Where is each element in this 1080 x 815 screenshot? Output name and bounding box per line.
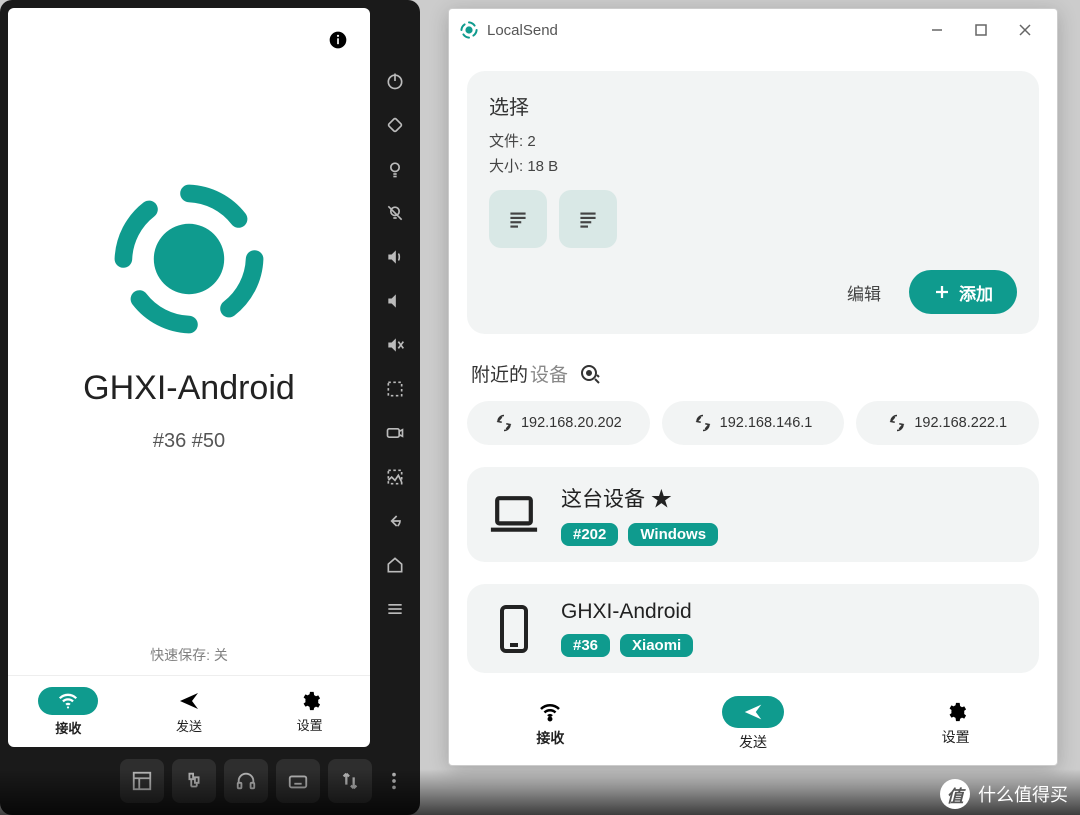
nav-receive[interactable]: 接收 <box>449 700 652 748</box>
files-count: 文件: 2 <box>489 130 1017 151</box>
emulator-bottom-toolbar <box>100 755 412 807</box>
power-icon[interactable] <box>384 70 406 92</box>
send-icon <box>177 689 201 713</box>
send-icon <box>722 696 784 728</box>
wifi-icon <box>538 700 562 724</box>
watermark-badge-icon: 值 <box>940 779 970 809</box>
nav-send[interactable]: 发送 <box>652 696 855 752</box>
radar-icon[interactable] <box>578 362 602 386</box>
window-close[interactable] <box>1003 15 1047 45</box>
watermark: 值 什么值得买 <box>940 779 1068 809</box>
nav-send-label: 发送 <box>739 732 767 752</box>
wifi-icon <box>38 687 98 715</box>
nearby-label-1: 附近的 <box>471 360 528 387</box>
phone-screen: GHXI-Android #36 #50 快速保存: 关 接收 发送 设置 <box>8 8 370 747</box>
device-android-badge-1: #36 <box>561 634 610 657</box>
file-thumb-2[interactable] <box>559 190 617 248</box>
keyboard-icon[interactable] <box>276 759 320 803</box>
device-hash: #36 #50 <box>153 430 225 453</box>
bulb-off-icon[interactable] <box>384 202 406 224</box>
nearby-heading: 附近的设备 <box>471 360 1039 387</box>
camera-icon[interactable] <box>384 422 406 444</box>
device-name: GHXI-Android <box>83 369 295 408</box>
device-android-name: GHXI-Android <box>561 600 693 624</box>
ip-text-2: 192.168.146.1 <box>720 415 813 431</box>
volume-mute-icon[interactable] <box>384 334 406 356</box>
ip-text-3: 192.168.222.1 <box>914 415 1007 431</box>
nav-receive-label: 接收 <box>55 718 81 737</box>
rotate-icon[interactable] <box>384 114 406 136</box>
titlebar[interactable]: LocalSend <box>449 9 1057 51</box>
nearby-label-2: 设备 <box>530 360 568 387</box>
home-icon[interactable] <box>384 554 406 576</box>
headphones-icon[interactable] <box>224 759 268 803</box>
ip-text-1: 192.168.20.202 <box>521 415 622 431</box>
window-title: LocalSend <box>487 22 558 39</box>
window-content: 选择 文件: 2 大小: 18 B 编辑 添加 附近的设备 192.168.20… <box>449 51 1057 683</box>
desktop-window: LocalSend 选择 文件: 2 大小: 18 B 编辑 添加 附近的设备 <box>448 8 1058 766</box>
device-this-badge-1: #202 <box>561 523 618 546</box>
back-icon[interactable] <box>384 510 406 532</box>
info-icon[interactable] <box>328 30 348 50</box>
volume-up-icon[interactable] <box>384 246 406 268</box>
nav-receive-label: 接收 <box>536 728 564 748</box>
nav-receive[interactable]: 接收 <box>8 687 129 737</box>
desktop-bottom-nav: 接收 发送 设置 <box>449 683 1057 765</box>
gear-icon <box>945 701 967 723</box>
device-this-badge-2: Windows <box>628 523 718 546</box>
layout-icon[interactable] <box>120 759 164 803</box>
nav-settings-label: 设置 <box>942 727 970 747</box>
usb-icon[interactable] <box>172 759 216 803</box>
volume-down-icon[interactable] <box>384 290 406 312</box>
window-maximize[interactable] <box>959 15 1003 45</box>
selection-card: 选择 文件: 2 大小: 18 B 编辑 添加 <box>467 71 1039 334</box>
device-android[interactable]: GHXI-Android #36 Xiaomi <box>467 584 1039 673</box>
ip-row: 192.168.20.202 192.168.146.1 192.168.222… <box>467 401 1039 445</box>
window-minimize[interactable] <box>915 15 959 45</box>
phone-icon <box>485 605 543 653</box>
nav-settings[interactable]: 设置 <box>249 690 370 734</box>
picture-icon[interactable] <box>384 466 406 488</box>
selection-title: 选择 <box>489 91 1017 120</box>
add-button-label: 添加 <box>959 280 993 305</box>
file-thumb-1[interactable] <box>489 190 547 248</box>
nav-send-label: 发送 <box>176 716 202 735</box>
localsend-logo-icon <box>109 179 269 339</box>
nav-send[interactable]: 发送 <box>129 689 250 735</box>
transfer-icon[interactable] <box>328 759 372 803</box>
localsend-logo-icon <box>459 20 479 40</box>
device-android-badge-2: Xiaomi <box>620 634 693 657</box>
device-this[interactable]: 这台设备 ★ #202 Windows <box>467 467 1039 562</box>
crop-icon[interactable] <box>384 378 406 400</box>
watermark-text: 什么值得买 <box>978 781 1068 807</box>
plus-icon <box>933 283 951 301</box>
files-size: 大小: 18 B <box>489 155 1017 176</box>
quick-save-status: 快速保存: 关 <box>8 623 370 675</box>
edit-button[interactable]: 编辑 <box>847 280 881 305</box>
emulator-side-toolbar <box>376 70 414 620</box>
ip-chip-2[interactable]: 192.168.146.1 <box>662 401 845 445</box>
laptop-icon <box>485 491 543 539</box>
nav-settings-label: 设置 <box>297 715 323 734</box>
ip-chip-1[interactable]: 192.168.20.202 <box>467 401 650 445</box>
device-this-name: 这台设备 ★ <box>561 483 718 513</box>
phone-bottom-nav: 接收 发送 设置 <box>8 675 370 747</box>
ip-chip-3[interactable]: 192.168.222.1 <box>856 401 1039 445</box>
more-icon[interactable] <box>380 759 408 803</box>
nav-settings[interactable]: 设置 <box>854 701 1057 747</box>
bulb-on-icon[interactable] <box>384 158 406 180</box>
menu-icon[interactable] <box>384 598 406 620</box>
app-logo: GHXI-Android #36 #50 <box>8 8 370 623</box>
phone-window: GHXI-Android #36 #50 快速保存: 关 接收 发送 设置 <box>0 0 420 815</box>
add-button[interactable]: 添加 <box>909 270 1017 314</box>
gear-icon <box>299 690 321 712</box>
